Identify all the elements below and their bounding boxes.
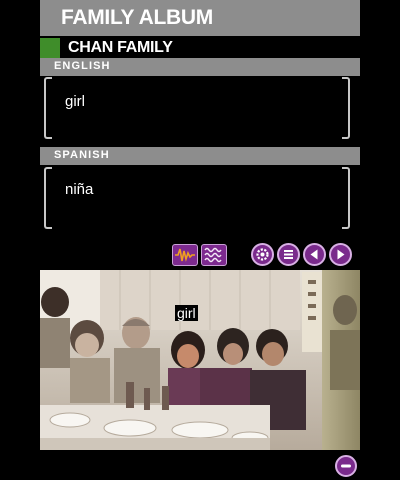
spanish-word: niña: [65, 181, 94, 198]
english-section-header: ENGLISH: [40, 58, 360, 76]
english-label: ENGLISH: [54, 60, 111, 72]
left-bracket: [44, 167, 52, 229]
spanish-text-box: niña: [44, 167, 350, 229]
waveform-text-icon: [204, 247, 222, 263]
family-photo[interactable]: [40, 270, 360, 450]
spanish-section-header: SPANISH: [40, 147, 360, 165]
settings-button[interactable]: [251, 243, 274, 266]
menu-button[interactable]: [277, 243, 300, 266]
next-button[interactable]: [329, 243, 352, 266]
family-photo-image: [40, 270, 360, 450]
previous-button[interactable]: [303, 243, 326, 266]
title-bar: FAMILY ALBUM: [40, 0, 360, 36]
right-bracket: [342, 167, 350, 229]
english-word: girl: [65, 93, 86, 110]
right-bracket: [342, 77, 350, 139]
next-icon: [337, 249, 345, 260]
family-bar: CHAN FAMILY: [40, 38, 360, 58]
show-text-button[interactable]: [201, 244, 227, 266]
spanish-label: SPANISH: [54, 149, 110, 161]
waveform-slow-icon: [175, 248, 195, 262]
play-audio-button[interactable]: [172, 244, 198, 266]
english-text-box: girl: [44, 77, 350, 139]
photo-hotspot-label[interactable]: girl: [175, 305, 198, 321]
album-panel: FAMILY ALBUM CHAN FAMILY ENGLISH girl SP…: [40, 0, 360, 480]
menu-icon: [284, 250, 293, 259]
gear-icon: [256, 248, 269, 261]
page-title: FAMILY ALBUM: [61, 6, 213, 29]
previous-icon: [310, 249, 318, 260]
family-color-marker: [40, 38, 60, 58]
minimize-button[interactable]: [335, 455, 357, 477]
family-name: CHAN FAMILY: [68, 39, 173, 56]
left-bracket: [44, 77, 52, 139]
minus-icon: [341, 464, 351, 468]
